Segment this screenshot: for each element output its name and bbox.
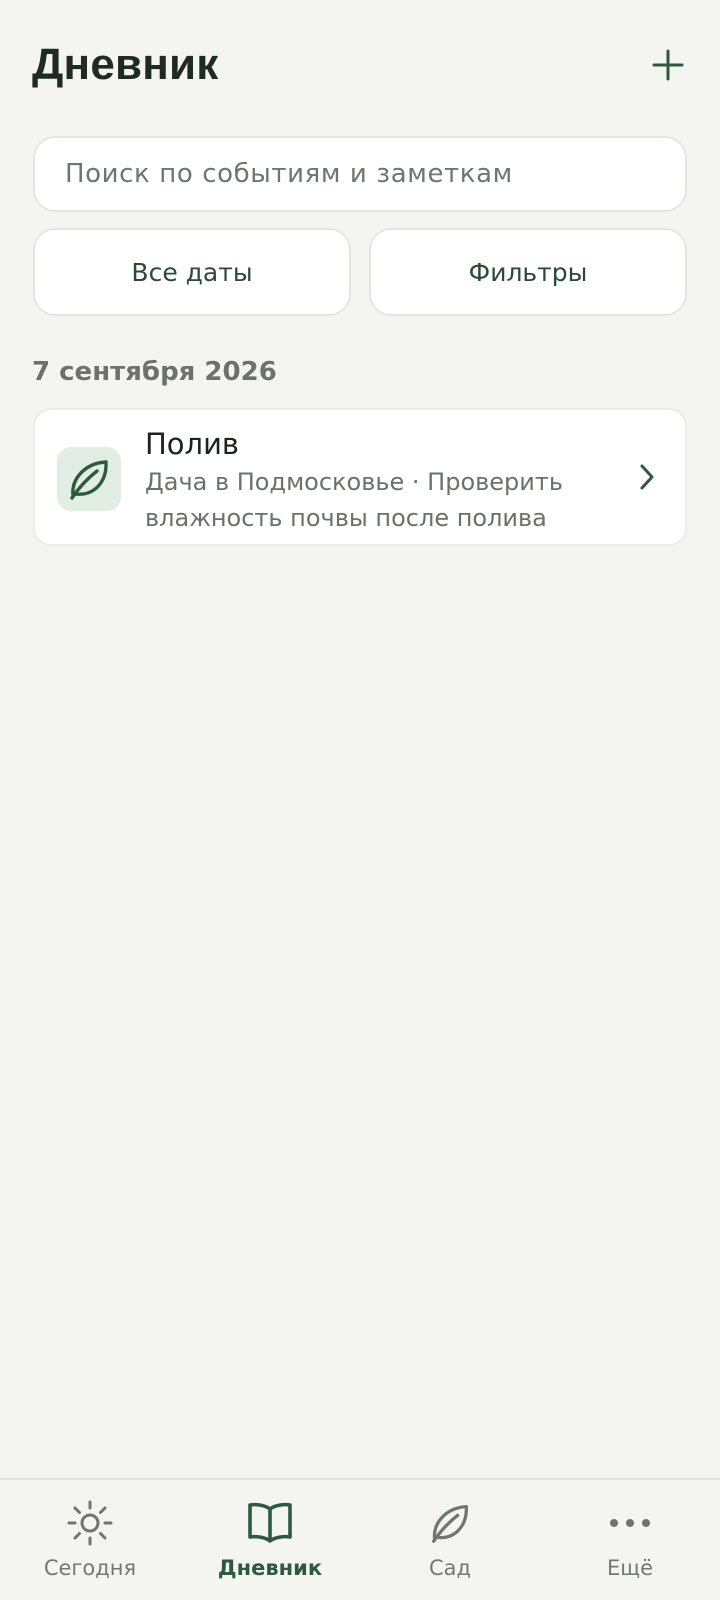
page-title: Дневник bbox=[32, 40, 219, 89]
event-card[interactable]: Полив Дача в Подмосковье · Проверить вла… bbox=[33, 408, 687, 546]
event-text: Полив Дача в Подмосковье · Проверить вла… bbox=[145, 424, 615, 536]
search-field[interactable] bbox=[33, 136, 687, 212]
date-group-heading: 7 сентября 2026 bbox=[32, 357, 277, 387]
nav-item-more[interactable]: Ещё bbox=[540, 1480, 720, 1600]
nav-item-garden[interactable]: Сад bbox=[360, 1480, 540, 1600]
filter-row: Все даты Фильтры bbox=[33, 228, 687, 316]
all-dates-button[interactable]: Все даты bbox=[33, 228, 351, 316]
header: Дневник bbox=[32, 30, 688, 100]
more-dots-icon bbox=[610, 1519, 650, 1527]
event-icon-tile bbox=[57, 447, 121, 511]
nav-item-today[interactable]: Сегодня bbox=[0, 1480, 180, 1600]
search-input[interactable] bbox=[65, 159, 655, 189]
nav-item-diary[interactable]: Дневник bbox=[180, 1480, 360, 1600]
bottom-nav: Сегодня Дневник Сад Ещё bbox=[0, 1478, 720, 1600]
event-subtitle-line2: влажность почвы после полива bbox=[145, 504, 547, 532]
book-icon bbox=[248, 1502, 292, 1543]
filters-button[interactable]: Фильтры bbox=[369, 228, 687, 316]
nav-label-more: Ещё bbox=[607, 1556, 653, 1580]
nav-label-diary: Дневник bbox=[217, 1556, 323, 1580]
sun-icon bbox=[67, 1500, 113, 1546]
add-event-button[interactable] bbox=[636, 33, 700, 97]
nav-label-garden: Сад bbox=[428, 1556, 472, 1580]
leaf-icon bbox=[432, 1505, 468, 1543]
leaf-icon bbox=[70, 460, 108, 500]
event-title: Полив bbox=[145, 427, 240, 461]
nav-label-today: Сегодня bbox=[43, 1556, 137, 1580]
diary-screen: Дневник Все даты Фильтры 7 сентября 2026… bbox=[0, 0, 720, 1600]
event-subtitle-line1: Дача в Подмосковье · Проверить bbox=[145, 468, 564, 496]
all-dates-label: Все даты bbox=[131, 257, 253, 287]
plus-icon bbox=[652, 49, 684, 81]
chevron-right-icon bbox=[640, 464, 654, 490]
filters-label: Фильтры bbox=[468, 257, 588, 287]
